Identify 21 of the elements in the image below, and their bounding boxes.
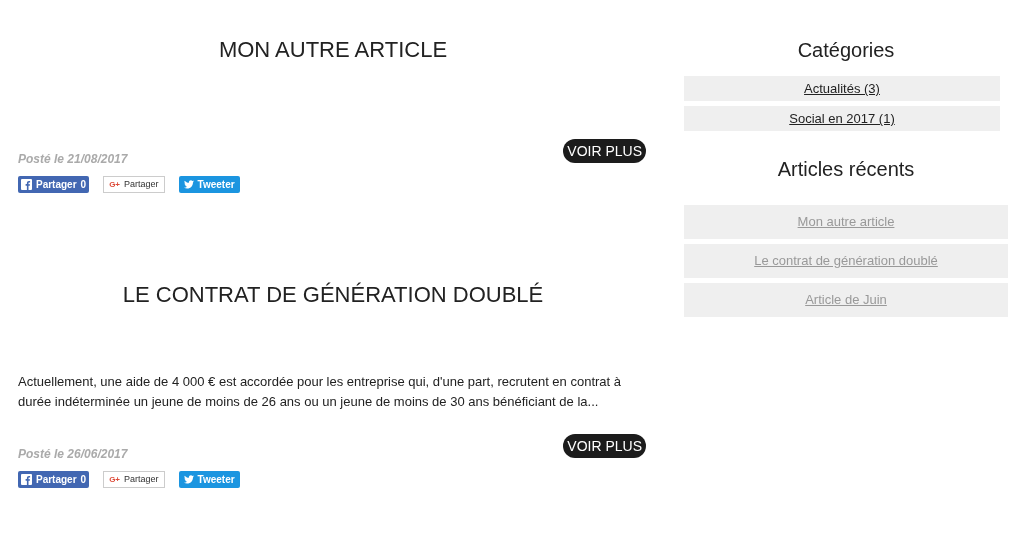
article-title: MON AUTRE ARTICLE xyxy=(217,36,449,64)
google-plus-share-button[interactable]: G+ Partager xyxy=(103,176,165,193)
post-date: Posté le 21/08/2017 xyxy=(18,151,128,168)
article-excerpt: Actuellement, une aide de 4 000 € est accordée pour les entreprise qui, d'une part, recrutent en contrat à durée indéterminée un jeune de moins de 26 ans ou un jeune de moins de 30 ans bénéficiant de la... xyxy=(18,373,623,411)
read-more-button[interactable]: VOIR PLUS xyxy=(563,434,646,458)
facebook-icon xyxy=(21,179,32,190)
bird-icon xyxy=(183,180,194,189)
twitter-share-button[interactable]: Tweeter xyxy=(178,176,240,193)
twitter-share-button[interactable]: Tweeter xyxy=(178,471,240,488)
facebook-icon xyxy=(21,474,32,485)
post-date: Posté le 26/06/2017 xyxy=(18,446,128,463)
google-plus-share-button[interactable]: G+ Partager xyxy=(103,471,165,488)
recent-articles-title: Articles récents xyxy=(776,157,916,181)
facebook-share-button[interactable]: Partager 0 xyxy=(18,176,90,193)
bird-icon xyxy=(183,475,194,484)
article-title: LE CONTRAT DE GÉNÉRATION DOUBLÉ xyxy=(121,281,545,309)
categories-title: Catégories xyxy=(796,38,896,62)
category-link[interactable]: Actualités (3) xyxy=(684,76,1000,101)
read-more-button[interactable]: VOIR PLUS xyxy=(563,139,646,163)
category-link[interactable]: Social en 2017 (1) xyxy=(684,106,1000,131)
facebook-share-button[interactable]: Partager 0 xyxy=(18,471,90,488)
